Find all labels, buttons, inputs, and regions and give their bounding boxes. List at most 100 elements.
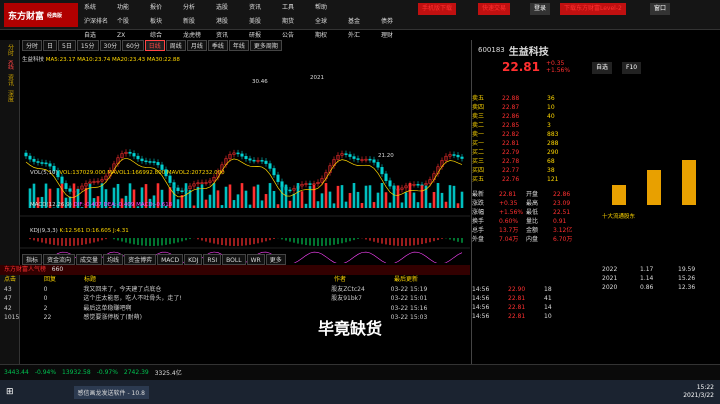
menu-item[interactable]: 理财 (381, 30, 414, 42)
menu-item[interactable]: 功能 (117, 2, 150, 14)
mobile-download-button[interactable]: 手机版下载 (418, 3, 457, 15)
volume-bar (332, 203, 336, 208)
menu-item[interactable]: 分析 (183, 2, 216, 14)
news-row[interactable]: 43 0 我又回来了，今天建了点底仓 股友ZCtc24 03-22 15:19 (0, 285, 470, 295)
windows-start-icon[interactable]: ⊞ (6, 387, 14, 397)
stat-cell: +1.56% (499, 209, 524, 216)
stat-row: 最新 22.81 开盘 22.86 (472, 190, 582, 199)
menu-item[interactable]: 期货 (282, 16, 315, 28)
indicator-tab[interactable]: 均线 (103, 254, 124, 265)
menu-item[interactable]: 美股 (249, 16, 282, 28)
news-row[interactable]: 42 2 最后这单稳赚吧啊 03-22 15:16 (0, 304, 470, 314)
watchlist-button[interactable]: 自选 (592, 62, 613, 74)
candle-body (24, 152, 28, 157)
menu-item[interactable]: 债券 (381, 16, 414, 28)
period-tab[interactable]: 日 (43, 40, 58, 51)
indicator-tab[interactable]: 资金博弈 (124, 254, 157, 265)
candle-body (460, 156, 464, 159)
stat-cell: 金额 (526, 227, 539, 234)
candle-body (240, 153, 244, 157)
macd-bar (189, 238, 191, 240)
trade-cell: 41 (544, 295, 552, 302)
period-tab[interactable]: 15分 (76, 40, 99, 51)
menu-item[interactable]: 板块 (150, 16, 183, 28)
ob-volume: 883 (547, 131, 559, 138)
indicator-tab[interactable]: WR (246, 254, 265, 265)
menu-item[interactable]: 新股 (183, 16, 216, 28)
taskbar: ⊞ 感信画龙发送软件 - 10.8 15:22 2021/3/22 (0, 380, 720, 404)
menu-item[interactable]: 选股 (216, 2, 249, 14)
menu-item[interactable]: 全球 (315, 16, 348, 28)
f10-button[interactable]: F10 (622, 62, 642, 74)
menu-item[interactable]: 报价 (150, 2, 183, 14)
volume-bar (300, 191, 304, 208)
period-tab[interactable]: 年线 (228, 40, 249, 51)
level2-download-button[interactable]: 下载东方财富Level-2 (560, 3, 626, 15)
period-tab[interactable]: 30分 (99, 40, 122, 51)
menu-item[interactable]: 外汇 (348, 30, 381, 42)
yearly-cell: 2022 (602, 266, 618, 273)
yearly-cell: 19.59 (678, 266, 696, 273)
menu-item[interactable]: 基金 (348, 16, 381, 28)
menu-item[interactable]: 系统 (84, 2, 117, 14)
macd-bar (449, 238, 451, 240)
indicator-tab[interactable]: 指标 (22, 254, 43, 265)
menu-item[interactable]: 工具 (282, 2, 315, 14)
macd-bar (69, 238, 71, 246)
indicator-tab[interactable]: 成交量 (76, 254, 103, 265)
period-tab[interactable]: 日线 (144, 40, 165, 51)
sidebar-tab-kline[interactable]: K线 (5, 60, 15, 70)
edition: 经典版 (47, 12, 63, 19)
menu-item[interactable]: 资讯 (249, 2, 282, 14)
menu-item[interactable] (348, 2, 381, 14)
candle-body (180, 190, 184, 192)
period-tab[interactable]: 60分 (122, 40, 144, 51)
period-tab[interactable]: 更多周期 (249, 40, 282, 51)
menu-item[interactable]: 个股 (117, 16, 150, 28)
ob-label: 买二 (472, 149, 485, 156)
menu-item[interactable]: 帮助 (315, 2, 348, 14)
macd-bar (37, 238, 39, 242)
sidebar-tab-timeshare[interactable]: 分时 (5, 44, 15, 56)
volume-bar (220, 205, 224, 208)
indicator-tab[interactable]: 更多 (265, 254, 286, 265)
period-tab[interactable]: 5日 (58, 40, 76, 51)
indicator-tab[interactable]: 资金流向 (43, 254, 76, 265)
taskbar-app[interactable]: 感信画龙发送软件 - 10.8 (73, 385, 149, 399)
stat-cell: 最低 (526, 209, 539, 216)
macd-bar (169, 238, 171, 245)
volume-bar (216, 190, 220, 208)
macd-bar (145, 238, 147, 246)
window-button[interactable]: 窗口 (650, 3, 671, 15)
candle-body (168, 175, 172, 183)
ob-volume: 36 (547, 95, 555, 102)
menu-item[interactable]: 期权 (315, 30, 348, 42)
candle-body (252, 159, 256, 162)
news-row[interactable]: 1015 22 感觉要涨停板了(耐萌) 03-22 15:03 (0, 313, 470, 323)
period-tab[interactable]: 月线 (186, 40, 207, 51)
indicator-tab[interactable]: RSI (203, 254, 222, 265)
macd-bar (209, 238, 211, 243)
period-tab[interactable]: 季线 (207, 40, 228, 51)
volume-bar (452, 185, 456, 208)
period-tab[interactable]: 分时 (22, 40, 43, 51)
menu-item[interactable]: 沪深排名 (84, 16, 117, 28)
menu-item[interactable]: 港股 (216, 16, 249, 28)
indicator-tab[interactable]: MACD (157, 254, 184, 265)
menu-item[interactable] (381, 2, 414, 14)
volume-bar (412, 192, 416, 208)
volume-bar (328, 191, 332, 208)
volume-bar (252, 186, 256, 208)
login-button[interactable]: 登录 (530, 3, 551, 15)
period-tab[interactable]: 周线 (165, 40, 186, 51)
sidebar-tab-info[interactable]: 资讯 (5, 74, 15, 86)
news-row[interactable]: 47 0 这个庄太能恶，吃人不吐骨头，走了! 股友91bk7 03-22 15:01 (0, 294, 470, 304)
menu-item[interactable]: 公告 (282, 30, 315, 42)
indicator-tab[interactable]: KDJ (184, 254, 203, 265)
candle-body (268, 163, 272, 169)
stat-row: 涨跌 +0.35 最高 23.09 (472, 199, 582, 208)
quick-trade-button[interactable]: 快速交易 (478, 3, 511, 15)
sidebar-tab-deep[interactable]: 深度 (5, 90, 15, 102)
indicator-tab[interactable]: BOLL (222, 254, 246, 265)
news-cell (331, 304, 390, 314)
